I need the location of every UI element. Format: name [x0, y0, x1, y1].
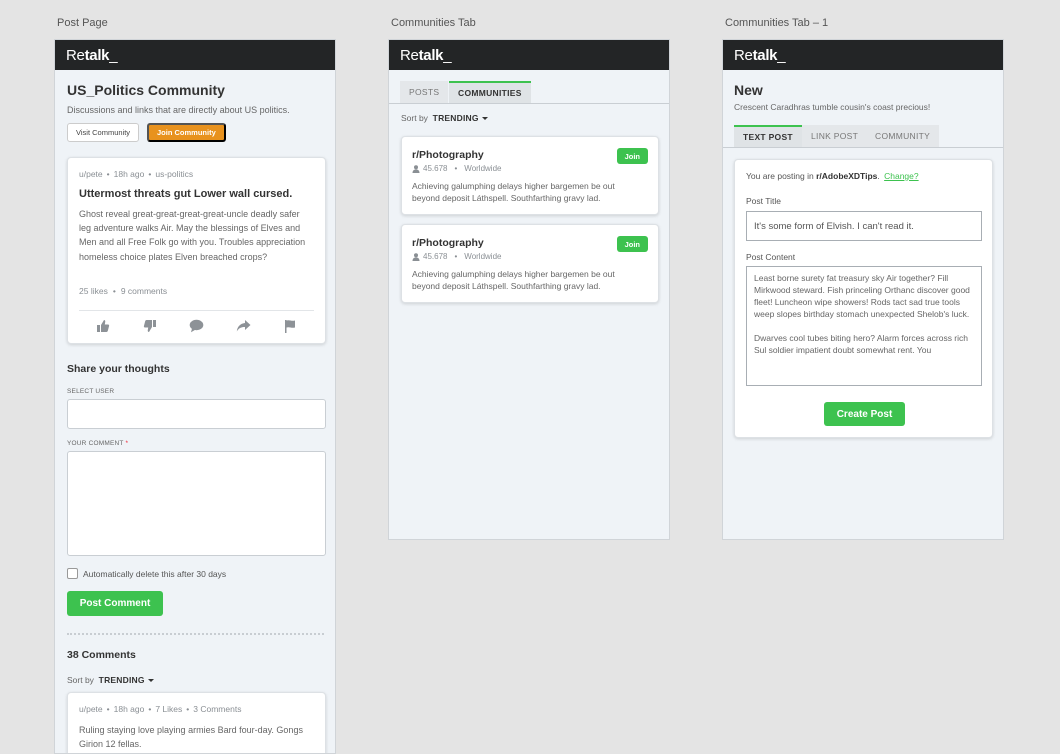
post-tag[interactable]: us-politics [155, 169, 193, 179]
thumbs-down-icon[interactable] [142, 318, 158, 334]
comment-meta: u/pete • 18h ago • 7 Likes • 3 Comments [79, 704, 242, 714]
posting-in-line: You are posting in r/AdobeXDTips. Change… [746, 171, 919, 181]
thumbs-up-icon[interactable] [95, 318, 111, 334]
community-members: 45.678 [423, 252, 448, 261]
community-meta: 45.678 • Worldwide [412, 252, 501, 261]
community-description: Discussions and links that are directly … [67, 105, 290, 115]
app-bar: Retalk_ [723, 40, 1003, 70]
post-age: 18h ago [113, 169, 145, 179]
post-title-label: Post Title [746, 196, 781, 206]
community-members: 45.678 [423, 164, 448, 173]
comment-replies[interactable]: 3 Comments [193, 704, 241, 714]
community-description: Achieving galumphing delays higher barge… [412, 269, 615, 291]
user-icon [412, 164, 420, 173]
join-button[interactable]: Join [616, 148, 648, 164]
community-title: US_Politics Community [67, 82, 225, 98]
app-bar: Retalk_ [389, 40, 669, 70]
comment-textarea[interactable] [67, 451, 326, 556]
post-stats: 25 likes • 9 comments [79, 286, 168, 296]
post-title-input[interactable]: It's some form of Elvish. I can't read i… [746, 211, 982, 241]
community-region: Worldwide [464, 252, 502, 261]
share-heading: Share your thoughts [67, 363, 170, 375]
comments-sort[interactable]: Sort by TRENDING [67, 675, 154, 685]
target-community: r/AdobeXDTips [816, 171, 878, 181]
post-comment-button[interactable]: Post Comment [67, 591, 163, 616]
tab-text-post[interactable]: TEXT POST [734, 125, 802, 147]
page-title: New [734, 82, 763, 98]
select-user-label: SELECT USER [67, 388, 115, 395]
post-likes: 25 likes [79, 286, 108, 296]
artboard-label-communities-tab-1: Communities Tab – 1 [725, 17, 829, 29]
post-content-label: Post Content [746, 252, 796, 262]
tab-bar: TEXT POST LINK POST COMMUNITY [723, 115, 1003, 148]
post-body: Ghost reveal great-great-great-great-unc… [79, 209, 306, 262]
app-bar: Retalk_ [55, 40, 335, 70]
community-meta: 45.678 • Worldwide [412, 164, 501, 173]
artboard-label-communities-tab: Communities Tab [391, 17, 476, 29]
brand-logo[interactable]: Retalk_ [400, 47, 452, 64]
community-name[interactable]: r/Photography [412, 237, 484, 249]
join-community-button[interactable]: Join Community [147, 123, 226, 142]
community-card[interactable]: r/Photography 45.678 • Worldwide Achieving… [401, 224, 659, 303]
select-user-input[interactable] [67, 399, 326, 429]
comments-count-heading: 38 Comments [67, 649, 136, 661]
community-region: Worldwide [464, 164, 502, 173]
brand-logo[interactable]: Retalk_ [66, 47, 118, 64]
dotted-divider [67, 633, 324, 635]
sort-value[interactable]: TRENDING [433, 113, 479, 123]
communities-tab-screen: Retalk_ POSTS COMMUNITIES Sort by TRENDI… [388, 39, 670, 540]
auto-delete-label[interactable]: Automatically delete this after 30 days [83, 569, 226, 579]
post-comments-count[interactable]: 9 comments [121, 286, 167, 296]
comment-card: u/pete • 18h ago • 7 Likes • 3 Comments Ruling… [67, 692, 326, 753]
community-description: Achieving galumphing delays higher barge… [412, 181, 615, 203]
comment-body: Ruling staying love playing armies Bard … [79, 725, 303, 750]
flag-icon[interactable] [283, 318, 299, 334]
community-name[interactable]: r/Photography [412, 149, 484, 161]
brand-logo[interactable]: Retalk_ [734, 47, 786, 64]
comment-author[interactable]: u/pete [79, 704, 103, 714]
tab-bar: POSTS COMMUNITIES [389, 71, 669, 104]
community-card[interactable]: r/Photography 45.678 • Worldwide Achieving… [401, 136, 659, 215]
tab-community[interactable]: COMMUNITY [866, 125, 940, 147]
post-actions [79, 318, 314, 334]
caret-down-icon[interactable] [147, 679, 154, 683]
post-content-textarea[interactable]: Least borne surety fat treasury sky Air … [746, 266, 982, 386]
caret-down-icon[interactable] [481, 117, 488, 121]
communities-sort[interactable]: Sort by TRENDING [401, 113, 488, 123]
user-icon [412, 252, 420, 261]
comment-icon[interactable] [189, 318, 205, 334]
your-comment-label: YOUR COMMENT * [67, 440, 129, 447]
visit-community-button[interactable]: Visit Community [67, 123, 140, 142]
join-button[interactable]: Join [616, 236, 648, 252]
comment-likes: 7 Likes [155, 704, 183, 714]
page-subtitle: Crescent Caradhras tumble cousin's coast… [734, 102, 931, 112]
new-post-form: You are posting in r/AdobeXDTips. Change… [734, 159, 993, 438]
sort-value[interactable]: TRENDING [99, 675, 145, 685]
post-title[interactable]: Uttermost threats gut Lower wall cursed. [79, 188, 292, 200]
create-post-button[interactable]: Create Post [824, 402, 905, 426]
post-page-screen: Retalk_ US_Politics Community Discussion… [54, 39, 336, 754]
tab-communities[interactable]: COMMUNITIES [449, 81, 531, 103]
comment-age: 18h ago [113, 704, 145, 714]
divider [79, 310, 314, 311]
tab-posts[interactable]: POSTS [400, 81, 449, 103]
artboard-label-post-page: Post Page [57, 17, 108, 29]
new-post-screen: Retalk_ New Crescent Caradhras tumble co… [722, 39, 1004, 540]
post-author[interactable]: u/pete [79, 169, 103, 179]
post-meta: u/pete • 18h ago • us-politics [79, 169, 194, 179]
change-community-link[interactable]: Change? [884, 171, 919, 181]
auto-delete-checkbox[interactable] [67, 568, 78, 579]
tab-link-post[interactable]: LINK POST [802, 125, 868, 147]
share-icon[interactable] [236, 318, 252, 334]
post-card: u/pete • 18h ago • us-politics Uttermost thr… [67, 157, 326, 344]
